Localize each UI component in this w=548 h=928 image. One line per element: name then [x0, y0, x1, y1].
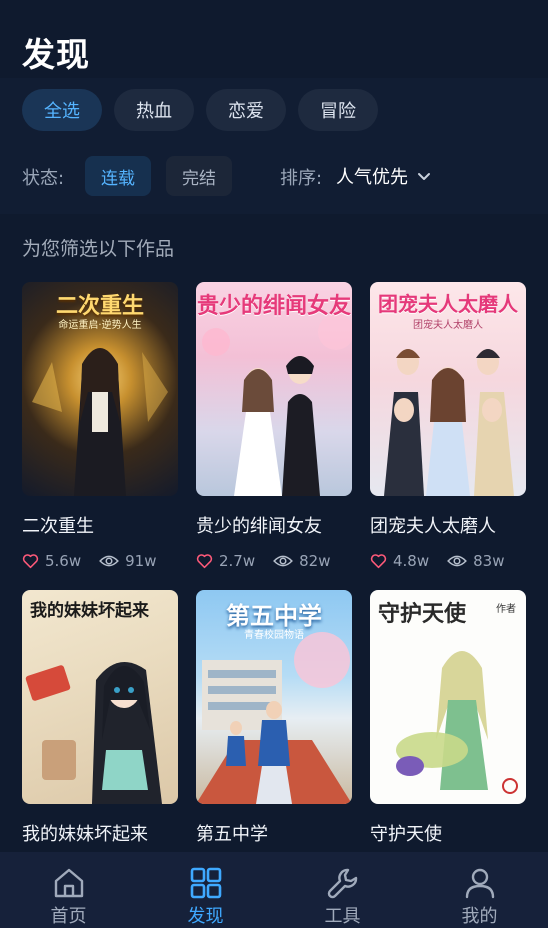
cover-image-6: 守护天使 作者 [370, 590, 526, 804]
views-count-1: 91w [125, 552, 157, 570]
views-count-3: 83w [473, 552, 505, 570]
work-card-1[interactable]: 二次重生 命运重启·逆势人生 二次重生 5.6w 91w [22, 282, 178, 570]
work-title-1: 二次重生 [22, 516, 94, 537]
cover-image-1: 二次重生 命运重启·逆势人生 [22, 282, 178, 496]
sort-label: 排序: [280, 168, 323, 189]
category-tab-romance[interactable]: 恋爱 [206, 89, 286, 131]
work-card-2[interactable]: 贵少的绯闻女友 贵少的绯闻女友 2.7w 82w [196, 282, 352, 570]
cover-title-3: 团宠夫人太磨人 [378, 292, 518, 316]
work-stats-2: 2.7w 82w [196, 552, 352, 570]
filter-panel: 全选 热血 恋爱 冒险 状态: 连载 完结 排序: 人气优先 [0, 78, 548, 214]
eye-icon [447, 555, 468, 567]
status-completed-chip[interactable]: 完结 [166, 156, 232, 196]
work-card-6[interactable]: 守护天使 作者 守护天使 [370, 590, 526, 846]
user-icon [465, 868, 494, 899]
category-tab-adventure[interactable]: 冒险 [298, 89, 378, 131]
nav-label-home: 首页 [50, 906, 87, 927]
status-sort-row: 状态: 连载 完结 排序: 人气优先 [22, 156, 526, 196]
bottom-nav: 首页 发现 工具 我的 [0, 852, 548, 928]
header: 发现 [0, 0, 548, 80]
eye-icon [99, 555, 120, 567]
home-icon [54, 868, 83, 898]
page-title: 发现 [22, 35, 90, 74]
work-card-5[interactable]: 第五中学 青春校园物语 第五中学 [196, 590, 352, 846]
nav-item-discover[interactable]: 发现 [137, 852, 274, 928]
work-stats-3: 4.8w 83w [370, 552, 526, 570]
nav-item-home[interactable]: 首页 [0, 852, 137, 928]
work-stats-1: 5.6w 91w [22, 552, 178, 570]
nav-label-discover: 发现 [187, 906, 224, 927]
cover-subtitle-5: 青春校园物语 [244, 630, 304, 641]
cover-image-4: 我的妹妹坏起来 [22, 590, 178, 804]
nav-item-tools[interactable]: 工具 [274, 852, 411, 928]
cover-image-3: 团宠夫人太磨人 团宠夫人太磨人 [370, 282, 526, 496]
heart-icon [22, 554, 39, 569]
heart-icon [370, 554, 387, 569]
likes-count-3: 4.8w [393, 552, 430, 570]
work-title-4: 我的妹妹坏起来 [22, 824, 148, 845]
sort-dropdown[interactable]: 人气优先 [336, 156, 432, 196]
chevron-down-icon [418, 173, 430, 180]
work-title-3: 团宠夫人太磨人 [370, 516, 496, 537]
nav-item-profile[interactable]: 我的 [411, 852, 548, 928]
work-title-5: 第五中学 [196, 824, 268, 845]
nav-label-profile: 我的 [461, 906, 498, 927]
discover-page: 发现 全选 热血 恋爱 冒险 状态: 连载 完结 排序: 人气优先 为您筛选以下… [0, 0, 548, 928]
views-count-2: 82w [299, 552, 331, 570]
cover-image-2: 贵少的绯闻女友 [196, 282, 352, 496]
wrench-icon [327, 868, 357, 899]
category-tab-action[interactable]: 热血 [114, 89, 194, 131]
nav-label-tools: 工具 [324, 906, 361, 927]
cover-subtitle-6: 作者 [496, 604, 516, 615]
heart-icon [196, 554, 213, 569]
category-tab-all[interactable]: 全选 [22, 89, 102, 131]
work-title-6: 守护天使 [370, 824, 442, 845]
work-card-4[interactable]: 我的妹妹坏起来 我的妹妹坏起来 [22, 590, 178, 846]
cover-image-5: 第五中学 青春校园物语 [196, 590, 352, 804]
work-title-2: 贵少的绯闻女友 [196, 516, 322, 537]
likes-count-2: 2.7w [219, 552, 256, 570]
category-tabs: 全选 热血 恋爱 冒险 [22, 89, 378, 131]
work-card-3[interactable]: 团宠夫人太磨人 团宠夫人太磨人 团宠夫人太磨人 4.8w 83w [370, 282, 526, 570]
status-ongoing-chip[interactable]: 连载 [85, 156, 151, 196]
cover-subtitle-1: 命运重启·逆势人生 [58, 320, 142, 331]
grid-icon [190, 867, 221, 899]
results-heading: 为您筛选以下作品 [22, 238, 175, 260]
eye-icon [273, 555, 294, 567]
status-label: 状态: [22, 168, 65, 189]
cover-title-4: 我的妹妹坏起来 [30, 601, 149, 621]
likes-count-1: 5.6w [45, 552, 82, 570]
cover-art-4 [25, 662, 162, 804]
cover-subtitle-3: 团宠夫人太磨人 [413, 320, 483, 331]
cover-title-2: 贵少的绯闻女友 [196, 294, 351, 319]
sort-value: 人气优先 [336, 167, 408, 188]
